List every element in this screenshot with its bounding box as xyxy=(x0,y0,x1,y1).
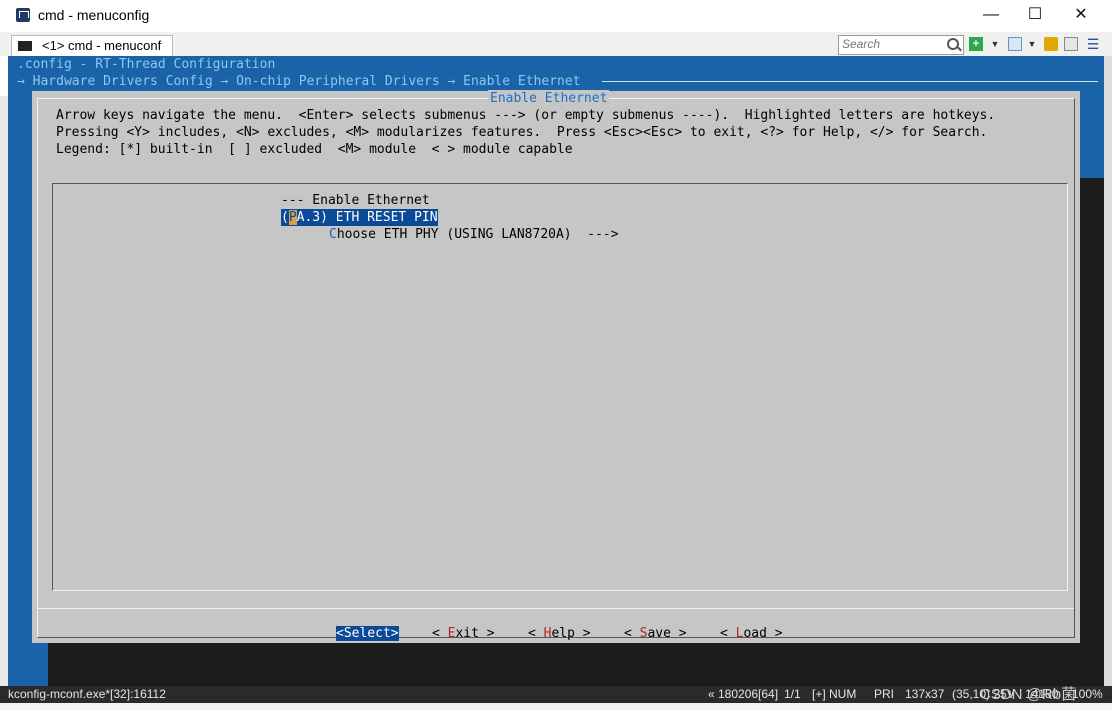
pri-indicator: PRI xyxy=(874,687,895,701)
select-button[interactable]: <Select> xyxy=(336,625,399,642)
menu-icon[interactable]: ☰ xyxy=(1086,37,1100,51)
tab-toolbar-row: <1> cmd - menuconf Search + ▼ ▼ ☰ xyxy=(0,32,1112,56)
percent: 100% xyxy=(1072,687,1103,701)
chevron-down-icon[interactable]: ▼ xyxy=(1025,37,1039,51)
hotkey: E xyxy=(335,210,344,225)
hotkey: P xyxy=(288,210,297,225)
title-bar: cmd - menuconfig — ☐ ✕ xyxy=(0,0,1112,32)
watermark: CSDN @Rb菌 xyxy=(980,686,1077,703)
bracket: < xyxy=(624,626,640,641)
divider xyxy=(602,81,1098,82)
console-area[interactable]: .config - RT-Thread Configuration → Hard… xyxy=(8,56,1104,686)
load-button[interactable]: < Load > xyxy=(720,625,783,642)
select-label: <Select> xyxy=(336,626,399,641)
cmd-icon xyxy=(18,41,32,51)
menu-item-choose-eth-phy[interactable]: Choose ETH PHY (USING LAN8720A) ---> xyxy=(329,226,619,243)
background-window-edge xyxy=(0,703,1112,710)
bracket: < xyxy=(432,626,448,641)
dialog-title: Enable Ethernet xyxy=(488,90,610,107)
hotkey: C xyxy=(329,227,337,242)
search-input[interactable]: Search xyxy=(838,35,964,55)
console-size: 137x37 xyxy=(905,687,945,701)
pin-value: A.3) xyxy=(296,210,328,225)
menu-item-label: TH RESET PIN xyxy=(343,210,438,225)
menu-list: --- Enable Ethernet (PA.3) ETH RESET PIN… xyxy=(52,183,1068,591)
divider xyxy=(38,608,1074,609)
bracket: < xyxy=(720,626,736,641)
close-button[interactable]: ✕ xyxy=(1058,0,1104,30)
help-text-line: Arrow keys navigate the menu. <Enter> se… xyxy=(56,108,996,123)
view-icon[interactable] xyxy=(1008,37,1022,51)
background-window-edge xyxy=(0,96,8,686)
page-info: 1/1 xyxy=(784,687,801,701)
bracket: < xyxy=(528,626,544,641)
chevron-down-icon[interactable]: ▼ xyxy=(988,37,1002,51)
search-placeholder: Search xyxy=(842,37,881,51)
menu-item-label: hoose ETH PHY (USING LAN8720A) ---> xyxy=(336,227,619,242)
console-tab[interactable]: <1> cmd - menuconf xyxy=(11,35,173,56)
terminal-app-icon xyxy=(16,8,30,22)
paren: ( xyxy=(281,210,289,225)
help-text-line: Legend: [*] built-in [ ] excluded <M> mo… xyxy=(56,142,573,157)
button-label: elp > xyxy=(551,626,591,641)
window-title: cmd - menuconfig xyxy=(38,7,150,23)
panel-icon[interactable] xyxy=(1064,37,1078,51)
process-info: kconfig-mconf.exe*[32]:16112 xyxy=(8,687,166,701)
breadcrumb: → Hardware Drivers Config → On-chip Peri… xyxy=(17,74,581,89)
help-button[interactable]: < Help > xyxy=(528,625,591,642)
maximize-button[interactable]: ☐ xyxy=(1012,0,1058,30)
button-label: ave > xyxy=(647,626,687,641)
help-text-line: Pressing <Y> includes, <N> excludes, <M>… xyxy=(56,125,988,140)
add-console-icon[interactable]: + xyxy=(969,37,983,51)
config-title: .config - RT-Thread Configuration xyxy=(17,57,276,72)
minimize-button[interactable]: — xyxy=(968,0,1014,30)
save-button[interactable]: < Save > xyxy=(624,625,687,642)
build-info: « 180206[64] xyxy=(708,687,779,701)
menuconfig-dialog: Enable Ethernet Arrow keys navigate the … xyxy=(32,90,1080,643)
search-icon[interactable] xyxy=(947,38,959,50)
tab-label: <1> cmd - menuconf xyxy=(42,38,162,53)
status-bar: kconfig-mconf.exe*[32]:16112 « 180206[64… xyxy=(0,686,1112,703)
num-indicator: [+] NUM xyxy=(812,687,857,701)
button-label: oad > xyxy=(743,626,783,641)
lock-icon[interactable] xyxy=(1044,37,1058,51)
scrollbar[interactable] xyxy=(1104,56,1112,686)
exit-button[interactable]: < Exit > xyxy=(432,625,495,642)
button-label: xit > xyxy=(455,626,495,641)
menu-item-eth-reset-pin[interactable]: (PA.3) ETH RESET PIN xyxy=(281,209,438,226)
menu-header: --- Enable Ethernet xyxy=(281,193,430,208)
